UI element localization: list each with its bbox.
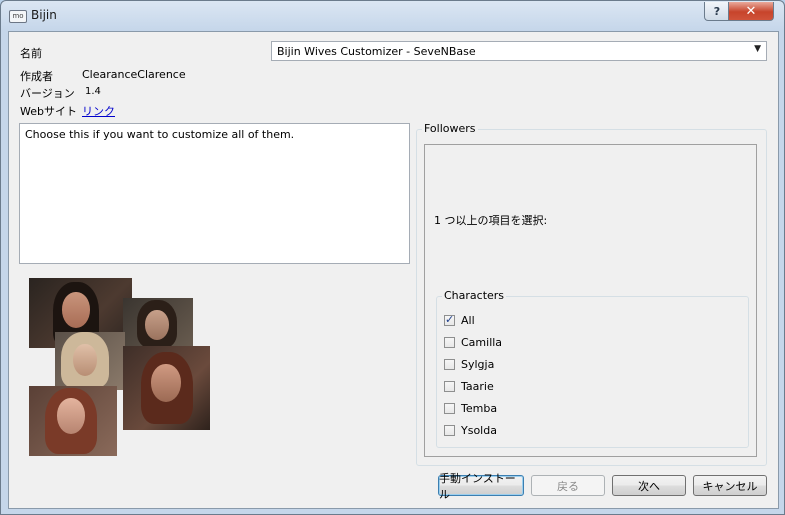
checkbox-temba[interactable]: Temba bbox=[444, 400, 497, 416]
checkbox-label: Sylgja bbox=[461, 357, 495, 371]
next-button[interactable]: 次へ bbox=[612, 475, 686, 496]
help-icon: ? bbox=[713, 4, 721, 18]
checkbox-box[interactable] bbox=[444, 358, 455, 370]
checkbox-sylgja[interactable]: Sylgja bbox=[444, 356, 494, 372]
checkbox-box[interactable] bbox=[444, 313, 455, 326]
app-icon: mo bbox=[9, 10, 27, 23]
name-label: 名前 bbox=[20, 47, 42, 60]
help-button[interactable]: ? bbox=[704, 2, 730, 21]
plugin-select-value: Bijin Wives Customizer - SeveNBase bbox=[277, 45, 476, 58]
website-link[interactable]: リンク bbox=[82, 103, 115, 119]
close-icon: ✕ bbox=[745, 3, 757, 19]
author-label: 作成者 bbox=[20, 70, 53, 83]
checkbox-label: Temba bbox=[461, 401, 498, 415]
checkbox-box[interactable] bbox=[444, 336, 455, 348]
checkbox-label: Ysolda bbox=[461, 423, 497, 437]
checkbox-box[interactable] bbox=[444, 380, 455, 392]
version-value: 1.4 bbox=[85, 86, 101, 97]
chevron-down-icon: ▼ bbox=[754, 44, 761, 54]
author-value: ClearanceClarence bbox=[82, 68, 186, 81]
dialog-content: 名前 Bijin Wives Customizer - SeveNBase ▼ … bbox=[8, 31, 779, 509]
title-bar[interactable]: mo Bijin ? ✕ bbox=[1, 1, 784, 31]
followers-legend: Followers bbox=[422, 122, 478, 135]
manual-install-button[interactable]: 手動インストール bbox=[438, 472, 524, 501]
checkbox-label: Taarie bbox=[461, 379, 494, 393]
follower-portraits-image bbox=[27, 276, 211, 460]
checkbox-box[interactable] bbox=[444, 402, 455, 414]
back-button[interactable]: 戻る bbox=[531, 475, 605, 496]
select-prompt: 1 つ以上の項目を選択: bbox=[434, 214, 548, 227]
checkbox-label: Camilla bbox=[461, 335, 503, 349]
plugin-select-dropdown[interactable]: Bijin Wives Customizer - SeveNBase ▼ bbox=[271, 41, 767, 61]
description-box[interactable]: Choose this if you want to customize all… bbox=[19, 123, 410, 264]
installer-window: mo Bijin ? ✕ 名前 Bijin Wives Customizer -… bbox=[0, 0, 785, 515]
version-label: バージョン bbox=[20, 87, 75, 100]
checkbox-camilla[interactable]: Camilla bbox=[444, 334, 502, 350]
checkbox-box[interactable] bbox=[444, 424, 455, 436]
checkbox-all[interactable]: All bbox=[444, 312, 475, 328]
checkbox-ysolda[interactable]: Ysolda bbox=[444, 422, 497, 438]
characters-legend: Characters bbox=[442, 289, 507, 302]
description-text: Choose this if you want to customize all… bbox=[25, 128, 295, 141]
website-label: Webサイト bbox=[20, 105, 77, 118]
checkbox-taarie[interactable]: Taarie bbox=[444, 378, 494, 394]
cancel-button[interactable]: キャンセル bbox=[693, 475, 767, 496]
close-button[interactable]: ✕ bbox=[728, 2, 774, 21]
checkbox-label: All bbox=[461, 313, 475, 327]
window-title: Bijin bbox=[31, 8, 57, 22]
